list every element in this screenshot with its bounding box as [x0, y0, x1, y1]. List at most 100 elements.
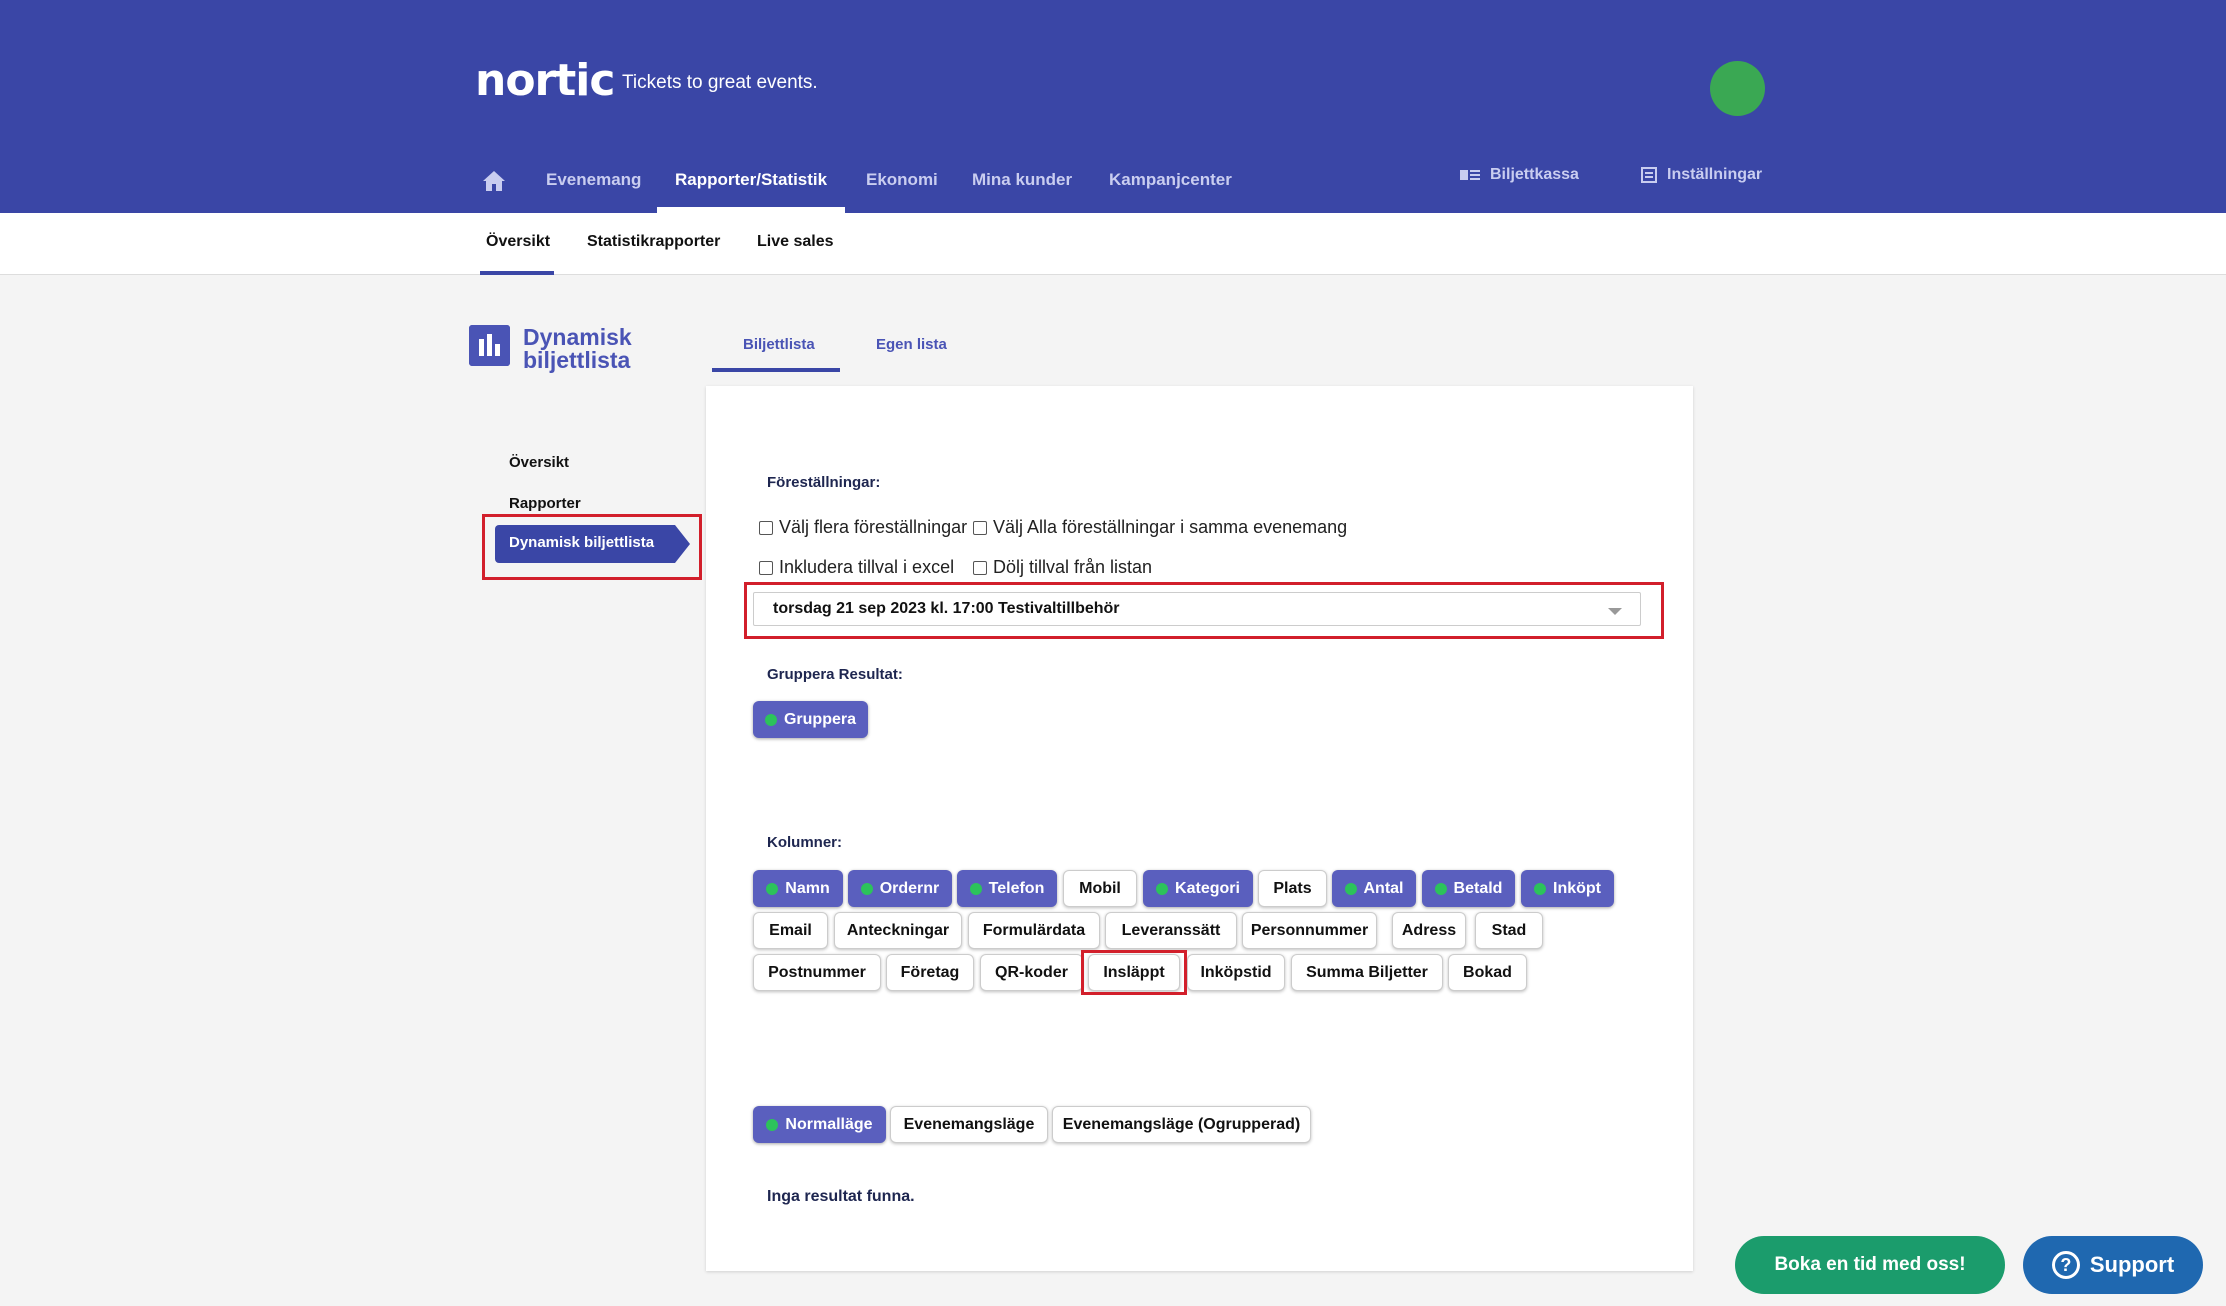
column-toggle-label: Ordernr [879, 879, 940, 897]
nav-evenemang[interactable]: Evenemang [546, 170, 641, 190]
column-toggle-inkopstid[interactable]: Inköpstid [1187, 954, 1285, 991]
mode-event-button[interactable]: Evenemangsläge [890, 1106, 1048, 1143]
tab-active-indicator [712, 368, 840, 372]
column-toggle-namn[interactable]: Namn [753, 870, 843, 907]
mode-label: Evenemangsläge [903, 1115, 1035, 1133]
settings-link[interactable]: Inställningar [1641, 166, 1762, 184]
column-toggle-summa-biljetter[interactable]: Summa Biljetter [1291, 954, 1443, 991]
active-dot-icon [764, 713, 777, 726]
active-dot-icon [766, 882, 779, 895]
column-toggle-personnummer[interactable]: Personnummer [1242, 912, 1377, 949]
column-toggle-adress[interactable]: Adress [1392, 912, 1466, 949]
column-toggle-foretag[interactable]: Företag [886, 954, 974, 991]
column-toggle-anteckningar[interactable]: Anteckningar [834, 912, 962, 949]
subnav-statistikrapporter[interactable]: Statistikrapporter [587, 233, 720, 251]
checkbox-label: Välj Alla föreställningar i samma evenem… [993, 517, 1348, 537]
columns-label: Kolumner: [767, 834, 842, 851]
settings-label: Inställningar [1667, 166, 1763, 183]
settings-icon [1641, 167, 1657, 183]
active-dot-icon [1344, 882, 1357, 895]
group-results-label: Gruppera Resultat: [767, 666, 903, 683]
column-toggle-plats[interactable]: Plats [1258, 870, 1327, 907]
column-toggle-formulardata[interactable]: Formulärdata [968, 912, 1100, 949]
column-toggle-leveranssatt[interactable]: Leveranssätt [1105, 912, 1237, 949]
column-toggle-label: Inköpt [1553, 879, 1601, 897]
nav-ekonomi[interactable]: Ekonomi [866, 170, 938, 190]
column-toggle-label: Leveranssätt [1121, 921, 1221, 939]
column-toggle-betald[interactable]: Betald [1422, 870, 1515, 907]
column-toggle-qr-koder[interactable]: QR-koder [980, 954, 1083, 991]
checkbox-box[interactable] [973, 560, 987, 575]
book-meeting-button[interactable]: Boka en tid med oss! [1735, 1236, 2005, 1294]
active-dot-icon [860, 882, 873, 895]
checkbox-box[interactable] [973, 520, 987, 535]
support-label: Support [2089, 1252, 2175, 1277]
top-header: nortic Tickets to great events. Eveneman… [0, 0, 2226, 213]
highlight-sidebar-active [482, 514, 702, 580]
nav-mina-kunder[interactable]: Mina kunder [972, 170, 1072, 190]
column-toggle-label: Adress [1401, 921, 1457, 939]
page-title: Dynamisk biljettlista [523, 326, 632, 372]
help-icon: ? [2051, 1251, 2080, 1279]
box-office-link[interactable]: Biljettkassa [1460, 166, 1579, 184]
group-button[interactable]: Gruppera [753, 701, 868, 738]
sidebar-item-oversikt[interactable]: Översikt [509, 454, 569, 471]
column-toggle-label: Formulärdata [982, 921, 1086, 939]
column-toggle-label: Mobil [1079, 879, 1121, 897]
checkbox-box[interactable] [759, 560, 773, 575]
active-dot-icon [766, 1118, 779, 1131]
tab-biljettlista[interactable]: Biljettlista [743, 336, 815, 353]
column-toggle-label: Telefon [988, 879, 1045, 897]
page-title-line1: Dynamisk [523, 324, 632, 350]
column-toggle-inkopt[interactable]: Inköpt [1521, 870, 1614, 907]
mode-event-ungrouped-button[interactable]: Evenemangsläge (Ogrupperad) [1052, 1106, 1311, 1143]
column-toggle-label: Antal [1363, 879, 1404, 897]
column-toggle-label: Bokad [1463, 963, 1512, 981]
ticket-icon [1460, 170, 1480, 180]
bar-chart-icon [469, 325, 510, 366]
column-toggle-label: Summa Biljetter [1306, 963, 1428, 981]
tagline: Tickets to great events. [622, 72, 818, 93]
column-toggle-label: Personnummer [1250, 921, 1369, 939]
page-title-line2: biljettlista [523, 347, 631, 373]
checkbox-label: Dölj tillval från listan [993, 557, 1153, 577]
active-dot-icon [1534, 882, 1546, 895]
column-toggle-postnummer[interactable]: Postnummer [753, 954, 881, 991]
column-toggle-label: Inköpstid [1200, 963, 1272, 981]
column-toggle-ordernr[interactable]: Ordernr [848, 870, 952, 907]
column-toggle-label: Email [769, 921, 812, 939]
mode-normal-button[interactable]: Normalläge [753, 1106, 886, 1143]
nav-rapporter-statistik[interactable]: Rapporter/Statistik [675, 170, 827, 190]
subnav-oversikt[interactable]: Översikt [486, 233, 550, 251]
column-toggle-mobil[interactable]: Mobil [1063, 870, 1137, 907]
checkbox-include-addons-excel[interactable]: Inkludera tillval i excel [759, 557, 954, 578]
nortic-logo[interactable]: nortic [475, 55, 615, 106]
checkbox-select-multiple[interactable]: Välj flera föreställningar [759, 517, 967, 538]
column-toggle-antal[interactable]: Antal [1332, 870, 1416, 907]
checkbox-label: Välj flera föreställningar [779, 517, 968, 537]
sub-navigation: Översikt Statistikrapporter Live sales [0, 213, 2226, 275]
checkbox-box[interactable] [759, 520, 773, 535]
subnav-live-sales[interactable]: Live sales [757, 233, 834, 251]
performances-label: Föreställningar: [767, 474, 881, 491]
checkbox-hide-addons[interactable]: Dölj tillval från listan [973, 557, 1152, 578]
column-toggle-bokad[interactable]: Bokad [1448, 954, 1527, 991]
home-icon[interactable] [482, 170, 506, 192]
highlight-performance-select [744, 582, 1664, 639]
mode-label: Normalläge [785, 1115, 873, 1133]
column-toggle-kategori[interactable]: Kategori [1143, 870, 1253, 907]
column-toggle-stad[interactable]: Stad [1475, 912, 1543, 949]
support-button[interactable]: ? Support [2023, 1236, 2203, 1294]
active-dot-icon [969, 882, 982, 895]
column-toggle-label: Betald [1453, 879, 1503, 897]
tab-egen-lista[interactable]: Egen lista [876, 336, 947, 353]
user-avatar[interactable] [1710, 61, 1765, 116]
checkbox-select-all-same-event[interactable]: Välj Alla föreställningar i samma evenem… [973, 517, 1347, 538]
column-toggle-label: Anteckningar [846, 921, 950, 939]
sidebar-item-rapporter[interactable]: Rapporter [509, 495, 581, 512]
column-toggle-email[interactable]: Email [753, 912, 828, 949]
column-toggle-label: QR-koder [995, 963, 1068, 981]
column-toggle-label: Kategori [1175, 879, 1240, 897]
column-toggle-telefon[interactable]: Telefon [957, 870, 1057, 907]
nav-kampanjcenter[interactable]: Kampanjcenter [1109, 170, 1232, 190]
